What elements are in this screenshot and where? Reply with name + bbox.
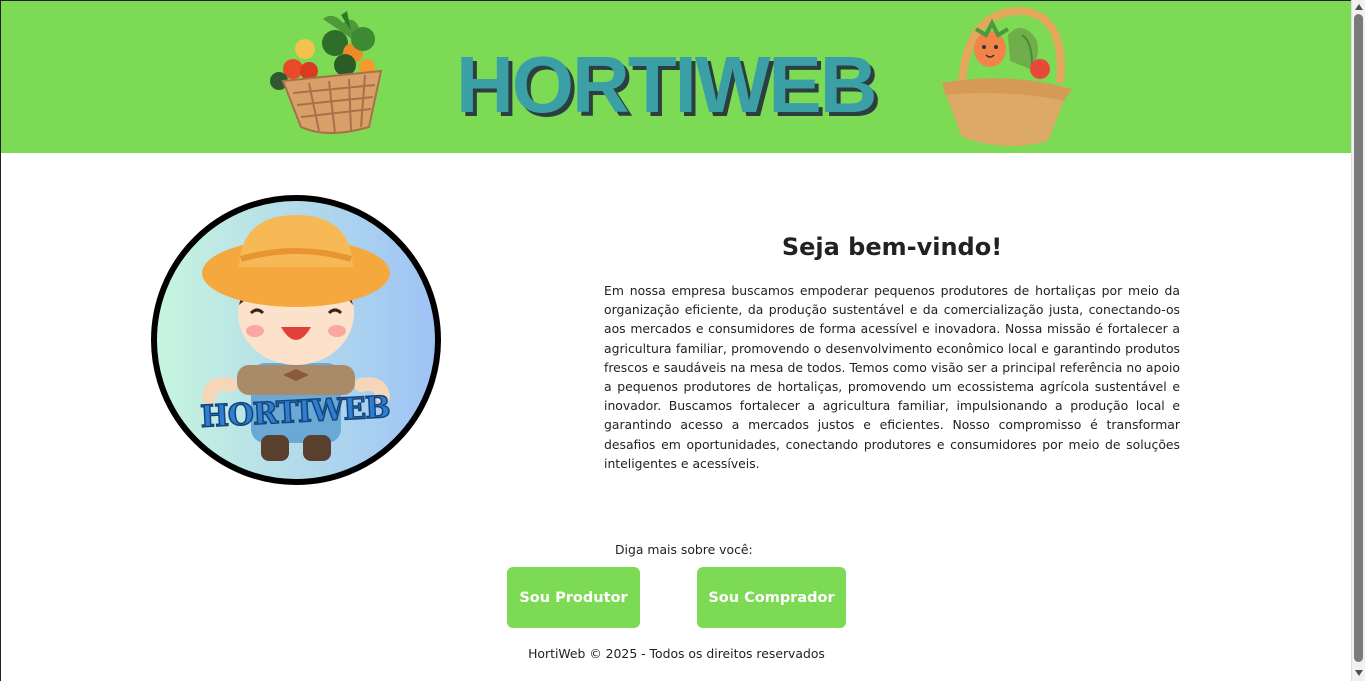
page-frame: HORTIWEB HORTIWEB Seja bem-vindo! Em nos…: [0, 0, 1351, 681]
site-footer: HortiWeb © 2025 - Todos os direitos rese…: [1, 646, 1351, 661]
scroll-down-arrow-icon[interactable]: [1355, 670, 1363, 676]
mascot-avatar: HORTIWEB: [151, 195, 441, 485]
buyer-button-label: Sou Comprador: [708, 589, 835, 606]
vertical-scrollbar[interactable]: [1351, 0, 1365, 681]
scroll-up-arrow-icon[interactable]: [1355, 4, 1363, 10]
site-header: HORTIWEB: [1, 1, 1351, 153]
user-type-prompt: Diga mais sobre você:: [615, 542, 753, 557]
welcome-title: Seja bem-vindo!: [781, 233, 1003, 261]
basket-illustration: [942, 6, 1072, 147]
buyer-button[interactable]: Sou Comprador: [697, 567, 846, 628]
welcome-description: Em nossa empresa buscamos empoderar pequ…: [604, 283, 1180, 471]
scrollbar-thumb[interactable]: [1354, 14, 1363, 662]
welcome-section: Seja bem-vindo! Em nossa empresa buscamo…: [604, 233, 1180, 473]
vegetable-basket-illustration: [270, 11, 383, 134]
copyright-text: HortiWeb © 2025 - Todos os direitos rese…: [528, 646, 825, 661]
producer-button-label: Sou Produtor: [519, 589, 628, 606]
site-logo: HORTIWEB: [456, 40, 878, 129]
producer-button[interactable]: Sou Produtor: [507, 567, 640, 628]
